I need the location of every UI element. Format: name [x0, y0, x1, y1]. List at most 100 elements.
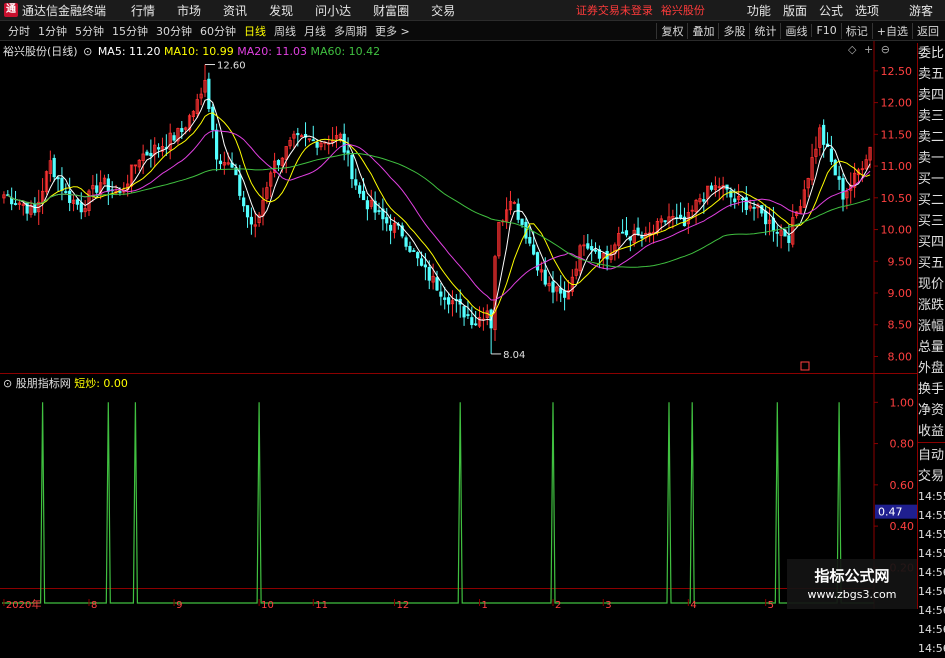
candle-body-136 [528, 236, 532, 244]
adjust-button[interactable]: 复权 [656, 22, 687, 39]
add-watchlist-button[interactable]: +自选 [871, 22, 912, 39]
tab-weekly[interactable]: 周线 [270, 23, 300, 39]
candle-body-183 [709, 185, 714, 190]
tab-monthly[interactable]: 月线 [300, 23, 330, 39]
user-label[interactable]: 游客 [909, 2, 933, 19]
side-time-8: 14:56 [918, 642, 945, 655]
indicator-toggle-icon[interactable]: ⊙ [3, 377, 12, 390]
side-item-11[interactable]: 现价 [918, 274, 945, 295]
zoom-out-icon[interactable]: ⊖ [881, 43, 890, 56]
draw-line-button[interactable]: 画线 [780, 22, 811, 39]
tab-15min[interactable]: 15分钟 [108, 23, 152, 39]
tab-30min[interactable]: 30分钟 [152, 23, 196, 39]
candle-body-40 [157, 147, 161, 150]
side-item-12[interactable]: 涨跌 [918, 295, 945, 316]
candle-body-91 [354, 179, 358, 186]
period-toolbar: 分时 1分钟 5分钟 15分钟 30分钟 60分钟 日线 周线 月线 多周期 更… [0, 21, 945, 41]
candle-body-63 [245, 205, 250, 218]
menu-function[interactable]: 功能 [747, 2, 771, 19]
short-trade-line [2, 402, 874, 604]
candle-body-56 [218, 160, 223, 165]
side-time-1: 14:55 [918, 509, 945, 522]
tab-1min[interactable]: 1分钟 [34, 23, 71, 39]
side-time-5: 14:56 [918, 585, 945, 598]
side-item-0[interactable]: 委比 [918, 43, 945, 64]
candle-body-113 [439, 291, 443, 297]
side-item-4[interactable]: 卖二 [918, 127, 945, 148]
statistics-button[interactable]: 统计 [749, 22, 780, 39]
x-month-label-4: 11 [315, 600, 328, 609]
candle-body-54 [211, 106, 215, 131]
side-item-6[interactable]: 买一 [918, 169, 945, 190]
side-item-20[interactable]: 交易 [918, 466, 945, 487]
candlestick-chart[interactable]: 8.00 8.50 9.00 9.50 10.00 10.50 11.00 11.50 12.0… [0, 41, 917, 374]
side-item-19[interactable]: 自动 [918, 445, 945, 466]
tab-5min[interactable]: 5分钟 [71, 23, 108, 39]
menu-quotes[interactable]: 行情 [131, 2, 155, 19]
multi-stock-button[interactable]: 多股 [718, 22, 749, 39]
back-button[interactable]: 返回 [912, 22, 945, 39]
y-tick-label-6: 11.00 [881, 160, 913, 173]
mark-button[interactable]: 标记 [840, 22, 872, 39]
side-item-3[interactable]: 卖三 [918, 106, 945, 127]
menu-options[interactable]: 选项 [855, 2, 879, 19]
overlay-button[interactable]: 叠加 [687, 22, 718, 39]
tab-60min[interactable]: 60分钟 [196, 23, 240, 39]
candle-body-30 [118, 191, 122, 193]
watermark: 指标公式网 www.zbgs3.com [787, 559, 917, 609]
f10-button[interactable]: F10 [811, 24, 840, 37]
candle-body-92 [358, 185, 362, 194]
x-month-label-7: 2 [555, 600, 561, 609]
x-month-label-10: 5 [768, 600, 774, 609]
side-item-5[interactable]: 卖一 [918, 148, 945, 169]
x-month-label-8: 3 [605, 600, 611, 609]
ind-y-tick-label-3: 0.80 [890, 438, 915, 451]
menu-layout[interactable]: 版面 [783, 2, 807, 19]
indicator-chart[interactable]: 0.200.400.600.801.000.472020年89101112123… [0, 374, 917, 609]
side-item-15[interactable]: 外盘 [918, 358, 945, 379]
candle-body-99 [385, 217, 389, 224]
candle-body-138 [535, 252, 540, 271]
candle-body-97 [377, 210, 381, 212]
side-item-13[interactable]: 涨幅 [918, 316, 945, 337]
y-tick-label-5: 10.50 [881, 192, 913, 205]
chevron-down-icon[interactable]: ⊙ [83, 45, 92, 58]
annotation-label-1: 8.04 [503, 350, 525, 361]
tab-intraday[interactable]: 分时 [0, 23, 34, 39]
side-item-8[interactable]: 买三 [918, 211, 945, 232]
menu-ask[interactable]: 问小达 [315, 2, 351, 19]
ma5-line [7, 98, 871, 321]
menu-wealth[interactable]: 财富圈 [373, 2, 409, 19]
candle-body-164 [636, 227, 640, 236]
candle-body-153 [593, 249, 598, 252]
menu-trade[interactable]: 交易 [431, 2, 455, 19]
side-item-1[interactable]: 卖五 [918, 64, 945, 85]
candle-body-53 [207, 78, 211, 109]
add-icon[interactable]: + [864, 43, 873, 56]
diamond-icon[interactable]: ◇ [848, 43, 856, 56]
candle-body-137 [532, 244, 536, 255]
side-item-7[interactable]: 买二 [918, 190, 945, 211]
candle-body-189 [733, 198, 737, 203]
side-item-9[interactable]: 买四 [918, 232, 945, 253]
side-item-18[interactable]: 收益 [918, 421, 945, 442]
candle-body-181 [702, 199, 706, 202]
menu-market[interactable]: 市场 [177, 2, 201, 19]
side-item-14[interactable]: 总量 [918, 337, 945, 358]
candle-body-90 [350, 154, 354, 180]
tab-daily[interactable]: 日线 [240, 23, 270, 39]
side-item-2[interactable]: 卖四 [918, 85, 945, 106]
side-item-16[interactable]: 换手 [918, 379, 945, 400]
menu-discover[interactable]: 发现 [269, 2, 293, 19]
side-item-17[interactable]: 净资 [918, 400, 945, 421]
login-status[interactable]: 证券交易未登录 [576, 2, 653, 18]
tab-multi-period[interactable]: 多周期 [330, 23, 371, 39]
menu-news[interactable]: 资讯 [223, 2, 247, 19]
candle-body-27 [106, 178, 110, 192]
ind-y-tick-label-4: 1.00 [890, 396, 915, 409]
x-month-label-2: 9 [176, 600, 182, 609]
tab-more[interactable]: 更多 > [371, 23, 414, 39]
menu-formula[interactable]: 公式 [819, 2, 843, 19]
annotation-label-0: 12.60 [217, 61, 246, 72]
side-item-10[interactable]: 买五 [918, 253, 945, 274]
